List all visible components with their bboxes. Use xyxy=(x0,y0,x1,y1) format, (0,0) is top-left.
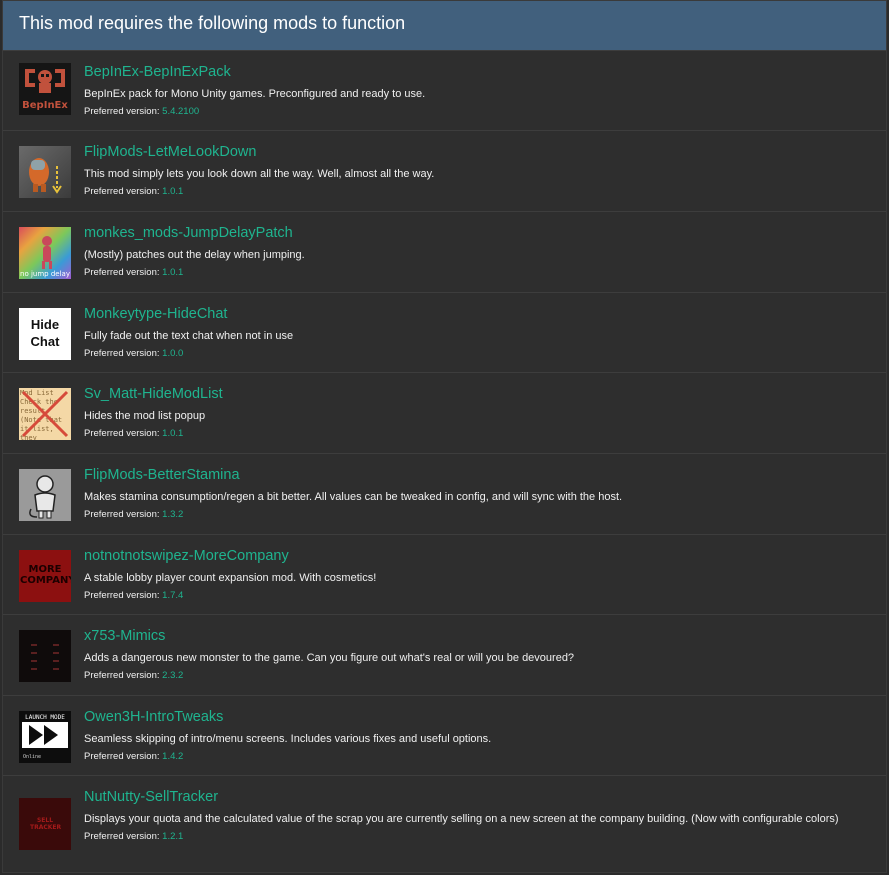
preferred-version: Preferred version: 1.4.2 xyxy=(84,751,184,762)
mod-description: (Mostly) patches out the delay when jump… xyxy=(84,249,305,261)
mod-description: Adds a dangerous new monster to the game… xyxy=(84,652,575,664)
jump-thumb-text: no jump delay xyxy=(20,270,70,278)
mod-description: Makes stamina consumption/regen a bit be… xyxy=(84,491,623,503)
mod-item: MORE COMPANY notnotnotswipez-MoreCompany… xyxy=(3,534,886,615)
mod-title[interactable]: FlipMods-BetterStamina xyxy=(84,466,866,484)
hidechat-thumb-text: Hide Chat xyxy=(30,317,60,349)
mod-title[interactable]: monkes_mods-JumpDelayPatch xyxy=(84,224,866,242)
preferred-version: Preferred version: 2.3.2 xyxy=(84,670,184,681)
version-link[interactable]: 1.2.1 xyxy=(162,831,183,842)
mod-item: LAUNCH MODE Online Owen3H-IntroTweaks Se… xyxy=(3,695,886,776)
mod-title[interactable]: Owen3H-IntroTweaks xyxy=(84,708,866,726)
mod-title[interactable]: Monkeytype-HideChat xyxy=(84,305,866,323)
version-link[interactable]: 1.4.2 xyxy=(162,751,183,762)
preferred-version: Preferred version: 1.0.1 xyxy=(84,428,184,439)
mod-description: Displays your quota and the calculated v… xyxy=(84,813,839,825)
mod-title[interactable]: NutNutty-SellTracker xyxy=(84,788,866,806)
bepinex-logo-text: BepInEx xyxy=(22,100,68,111)
mod-title[interactable]: x753-Mimics xyxy=(84,627,866,645)
preferred-version: Preferred version: 1.0.1 xyxy=(84,267,184,278)
mod-description: Fully fade out the text chat when not in… xyxy=(84,330,294,342)
mod-title[interactable]: Sv_Matt-HideModList xyxy=(84,385,866,403)
selltracker-thumb-text: SELL TRACKER xyxy=(30,817,62,831)
version-link[interactable]: 2.3.2 xyxy=(162,670,183,681)
preferred-version: Preferred version: 1.0.1 xyxy=(84,186,184,197)
mod-description: A stable lobby player count expansion mo… xyxy=(84,572,377,584)
mod-thumbnail-letmelookdown xyxy=(19,146,71,198)
panel-header: This mod requires the following mods to … xyxy=(3,1,886,50)
version-link[interactable]: 1.7.4 xyxy=(162,590,183,601)
mod-thumbnail-introtweaks: LAUNCH MODE Online xyxy=(19,711,71,763)
mod-title[interactable]: BepInEx-BepInExPack xyxy=(84,63,866,81)
dependencies-panel: This mod requires the following mods to … xyxy=(2,0,887,873)
version-link[interactable]: 1.0.1 xyxy=(162,186,183,197)
mod-thumbnail-jumpdelaypatch: no jump delay xyxy=(19,227,71,279)
version-link[interactable]: 1.3.2 xyxy=(162,509,183,520)
mod-title[interactable]: FlipMods-LetMeLookDown xyxy=(84,143,866,161)
mod-item: FlipMods-BetterStamina Makes stamina con… xyxy=(3,453,886,535)
mod-item: no jump delay monkes_mods-JumpDelayPatch… xyxy=(3,211,886,293)
preferred-version: Preferred version: 1.0.0 xyxy=(84,348,184,359)
mod-item: x753-Mimics Adds a dangerous new monster… xyxy=(3,614,886,696)
mod-description: BepInEx pack for Mono Unity games. Preco… xyxy=(84,88,426,100)
preferred-version: Preferred version: 5.4.2100 xyxy=(84,106,200,117)
mod-thumbnail-hidechat: Hide Chat xyxy=(19,308,71,360)
mod-item: BepInEx BepInEx-BepInExPack BepInEx pack… xyxy=(3,50,886,131)
preferred-version: Preferred version: 1.7.4 xyxy=(84,590,184,601)
version-link[interactable]: 1.0.0 xyxy=(162,348,183,359)
mod-thumbnail-bepinex: BepInEx xyxy=(19,63,71,115)
preferred-version: Preferred version: 1.3.2 xyxy=(84,509,184,520)
mod-description: Seamless skipping of intro/menu screens.… xyxy=(84,733,492,745)
mod-title[interactable]: notnotnotswipez-MoreCompany xyxy=(84,547,866,565)
mod-item: Mod List Check the result. (Note that it… xyxy=(3,372,886,454)
intro-thumb-text2: Online xyxy=(23,754,41,760)
mod-description: Hides the mod list popup xyxy=(84,410,206,422)
mod-thumbnail-selltracker: SELL TRACKER xyxy=(19,798,71,850)
mod-description: This mod simply lets you look down all t… xyxy=(84,168,435,180)
mod-item: FlipMods-LetMeLookDown This mod simply l… xyxy=(3,130,886,212)
mod-thumbnail-morecompany: MORE COMPANY xyxy=(19,550,71,602)
mod-item: Hide Chat Monkeytype-HideChat Fully fade… xyxy=(3,292,886,373)
mod-thumbnail-betterstamina xyxy=(19,469,71,521)
morecompany-thumb-text: MORE COMPANY xyxy=(20,564,71,586)
preferred-version: Preferred version: 1.2.1 xyxy=(84,831,184,842)
version-link[interactable]: 5.4.2100 xyxy=(162,106,199,117)
version-link[interactable]: 1.0.1 xyxy=(162,428,183,439)
version-link[interactable]: 1.0.1 xyxy=(162,267,183,278)
mod-thumbnail-mimics xyxy=(19,630,71,682)
intro-thumb-text: LAUNCH MODE xyxy=(25,714,65,721)
mod-item: SELL TRACKER NutNutty-SellTracker Displa… xyxy=(3,775,886,875)
mod-thumbnail-hidemodlist: Mod List Check the result. (Note that it… xyxy=(19,388,71,440)
header-title: This mod requires the following mods to … xyxy=(19,13,406,33)
